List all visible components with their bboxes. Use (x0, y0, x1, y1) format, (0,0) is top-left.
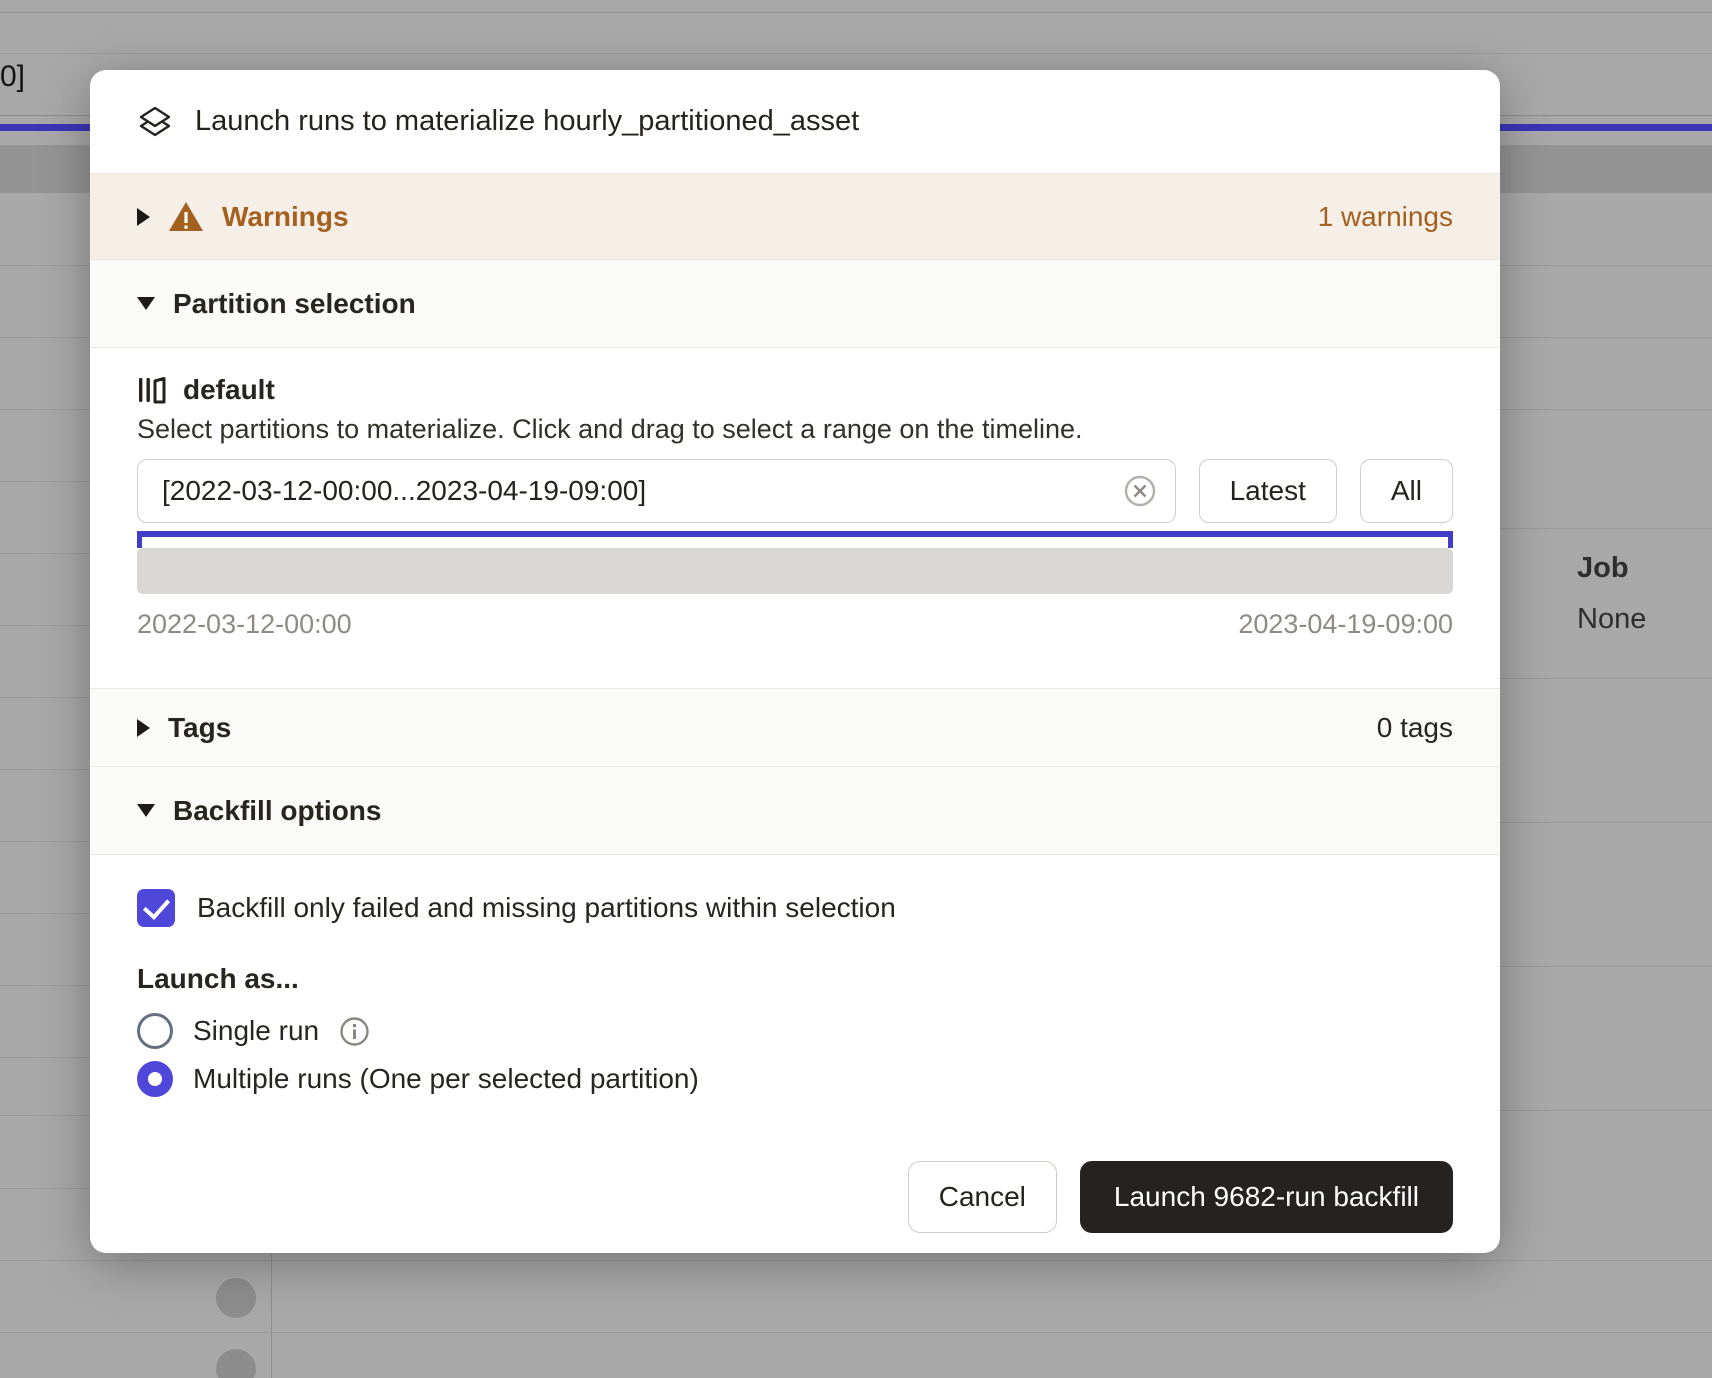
background-job-cell: Job None (1577, 552, 1646, 636)
backfill-options-content: Backfill only failed and missing partiti… (90, 855, 1500, 1253)
timeline-labels: 2022-03-12-00:00 2023-04-19-09:00 (137, 609, 1453, 640)
launch-backfill-dialog: Launch runs to materialize hourly_partit… (90, 70, 1500, 1253)
table-row-divider (0, 985, 90, 986)
multiple-runs-label: Multiple runs (One per selected partitio… (193, 1063, 699, 1095)
table-row-divider (0, 1057, 90, 1058)
table-row-divider (0, 913, 90, 914)
status-dot (216, 1278, 256, 1318)
job-column-value: None (1577, 603, 1646, 636)
launch-backfill-button[interactable]: Launch 9682-run backfill (1080, 1161, 1453, 1233)
table-row-divider (1500, 678, 1712, 679)
single-run-radio[interactable] (137, 1013, 173, 1049)
table-row-divider (1500, 528, 1712, 529)
partition-icon (137, 375, 167, 405)
timeline-selection-bracket[interactable] (137, 531, 1453, 537)
backfill-failed-missing-label: Backfill only failed and missing partiti… (197, 892, 896, 924)
table-row-divider (0, 625, 90, 626)
partition-instruction: Select partitions to materialize. Click … (137, 414, 1453, 445)
multiple-runs-radio[interactable] (137, 1061, 173, 1097)
table-row-divider (1500, 265, 1712, 266)
table-row-divider (0, 697, 90, 698)
table-row-divider (0, 409, 90, 410)
table-row-divider (1500, 1110, 1712, 1111)
status-dot (216, 1349, 256, 1378)
table-row-divider (1500, 409, 1712, 410)
backfill-options-label: Backfill options (173, 795, 381, 827)
chevron-down-icon (137, 297, 155, 310)
partition-range-field (137, 459, 1176, 523)
timeline-end-label: 2023-04-19-09:00 (1238, 609, 1453, 640)
multiple-runs-option: Multiple runs (One per selected partitio… (137, 1061, 1453, 1097)
table-row-divider (0, 1260, 1712, 1261)
tags-section-header[interactable]: Tags 0 tags (90, 688, 1500, 767)
warning-triangle-icon (168, 201, 204, 233)
partition-timeline[interactable] (137, 548, 1453, 594)
dialog-header: Launch runs to materialize hourly_partit… (90, 70, 1500, 173)
all-button[interactable]: All (1360, 459, 1453, 523)
tags-count: 0 tags (1377, 712, 1453, 744)
partition-dimension-row: default (137, 374, 1453, 406)
warnings-count: 1 warnings (1318, 201, 1453, 233)
dialog-title: Launch runs to materialize hourly_partit… (195, 105, 859, 138)
table-column-divider (271, 1253, 272, 1378)
launch-as-label: Launch as... (137, 963, 1453, 995)
table-row-divider (1500, 822, 1712, 823)
partition-range-input[interactable] (137, 459, 1176, 523)
screen: 0] Job None La (0, 0, 1712, 1378)
backfill-failed-missing-row: Backfill only failed and missing partiti… (137, 889, 1453, 927)
table-row-divider (0, 769, 90, 770)
partition-dimension-name: default (183, 374, 275, 406)
backfill-failed-missing-checkbox[interactable] (137, 889, 175, 927)
table-row-divider (0, 337, 90, 338)
background-divider (0, 12, 1712, 13)
warnings-label: Warnings (222, 201, 349, 233)
chevron-right-icon (137, 719, 150, 737)
table-row-divider (1500, 966, 1712, 967)
materialize-layers-icon (137, 103, 173, 141)
single-run-option: Single run (137, 1013, 1453, 1049)
job-column-header: Job (1577, 552, 1646, 585)
tags-label: Tags (168, 712, 231, 744)
info-icon[interactable] (339, 1016, 370, 1047)
warnings-section-header[interactable]: Warnings 1 warnings (90, 173, 1500, 260)
table-row-divider (0, 265, 90, 266)
table-row-divider (0, 841, 90, 842)
single-run-label: Single run (193, 1015, 319, 1047)
chevron-down-icon (137, 804, 155, 817)
timeline-start-label: 2022-03-12-00:00 (137, 609, 352, 640)
background-partial-input-text: 0] (0, 60, 25, 94)
clear-input-icon[interactable] (1122, 473, 1158, 509)
partition-input-row: Latest All (137, 459, 1453, 523)
backfill-options-section-header[interactable]: Backfill options (90, 767, 1500, 855)
table-row-divider (0, 553, 90, 554)
table-row-divider (1500, 337, 1712, 338)
cancel-button[interactable]: Cancel (908, 1161, 1057, 1233)
dialog-footer: Cancel Launch 9682-run backfill (137, 1161, 1453, 1253)
partition-selection-content: default Select partitions to materialize… (90, 348, 1500, 688)
partition-selection-label: Partition selection (173, 288, 416, 320)
chevron-right-icon (137, 208, 150, 226)
latest-button[interactable]: Latest (1199, 459, 1337, 523)
table-row-divider (0, 481, 90, 482)
partition-selection-section-header[interactable]: Partition selection (90, 260, 1500, 348)
background-divider (0, 53, 1712, 54)
table-row-divider (0, 1332, 1712, 1333)
